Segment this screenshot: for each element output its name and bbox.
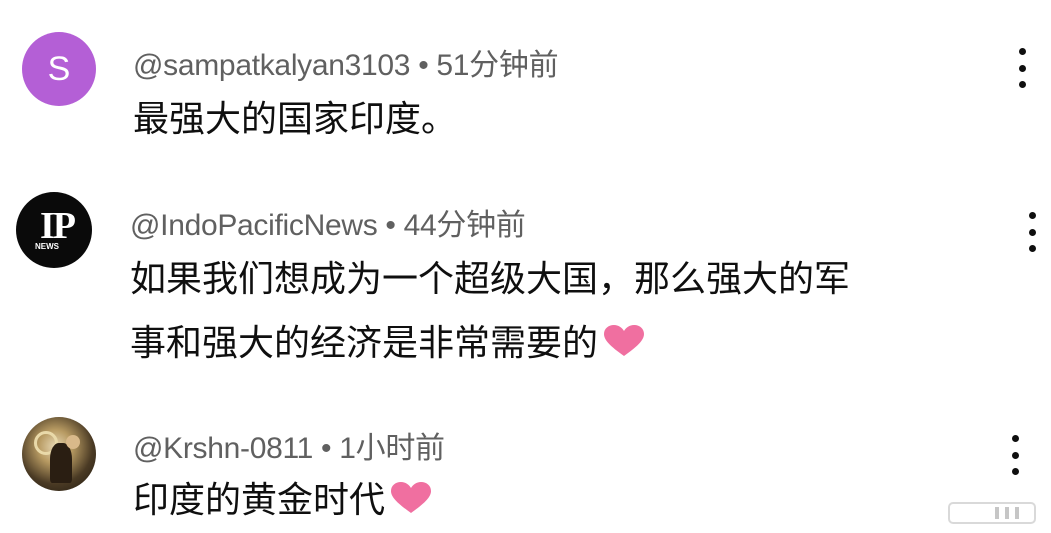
avatar-logo-subtext: NEWS <box>35 242 59 251</box>
comment-meta: @sampatkalyan3103 • 51分钟前 <box>133 40 559 84</box>
comment-author[interactable]: @IndoPacificNews <box>130 209 378 242</box>
avatar-letter: S <box>47 49 71 88</box>
meta-separator: • <box>418 49 429 82</box>
comment-item: S @sampatkalyan3103 • 51分钟前 最强大的国家印度。 <box>0 0 1051 170</box>
comment-text-line: 事和强大的经济是非常需要的 <box>130 323 599 364</box>
more-vert-icon[interactable] <box>1010 435 1020 475</box>
comment-author[interactable]: @Krshn-0811 <box>133 432 313 465</box>
comment-text-line: 印度的黄金时代 <box>133 480 386 521</box>
meta-separator: • <box>321 432 332 465</box>
heart-icon <box>391 482 432 514</box>
avatar[interactable] <box>22 417 96 491</box>
comment-time: 1小时前 <box>339 432 445 465</box>
comment-text-line-wrap: 事和强大的经济是非常需要的 <box>130 316 850 372</box>
comment-time: 51分钟前 <box>436 49 559 82</box>
comment-text: 印度的黄金时代 <box>133 473 432 529</box>
comment-meta: @Krshn-0811 • 1小时前 <box>133 423 445 467</box>
comment-meta: @IndoPacificNews • 44分钟前 <box>130 200 526 244</box>
avatar[interactable]: IP NEWS <box>16 192 92 268</box>
comment-text: 最强大的国家印度。 <box>133 92 457 148</box>
comment-time: 44分钟前 <box>403 209 526 242</box>
avatar-photo-detail <box>50 443 72 483</box>
comment-text-line: 如果我们想成为一个超级大国，那么强大的军 <box>130 259 851 300</box>
comment-item: IP NEWS @IndoPacificNews • 44分钟前 如果我们想成为一个… <box>0 170 1051 405</box>
heart-icon <box>604 325 645 357</box>
avatar-photo-detail <box>66 435 80 449</box>
comment-item: @Krshn-0811 • 1小时前 印度的黄金时代 <box>0 405 1051 533</box>
avatar-logo-text: IP <box>40 205 76 247</box>
avatar[interactable]: S <box>22 32 96 106</box>
meta-separator: • <box>385 209 396 242</box>
more-vert-icon[interactable] <box>1027 212 1037 252</box>
watermark-icon <box>947 497 1037 527</box>
more-vert-icon[interactable] <box>1017 48 1027 88</box>
comment-text-line: 最强大的国家印度。 <box>133 99 458 140</box>
comment-author[interactable]: @sampatkalyan3103 <box>133 49 411 82</box>
comment-text: 如果我们想成为一个超级大国，那么强大的军 事和强大的经济是非常需要的 <box>130 252 850 372</box>
